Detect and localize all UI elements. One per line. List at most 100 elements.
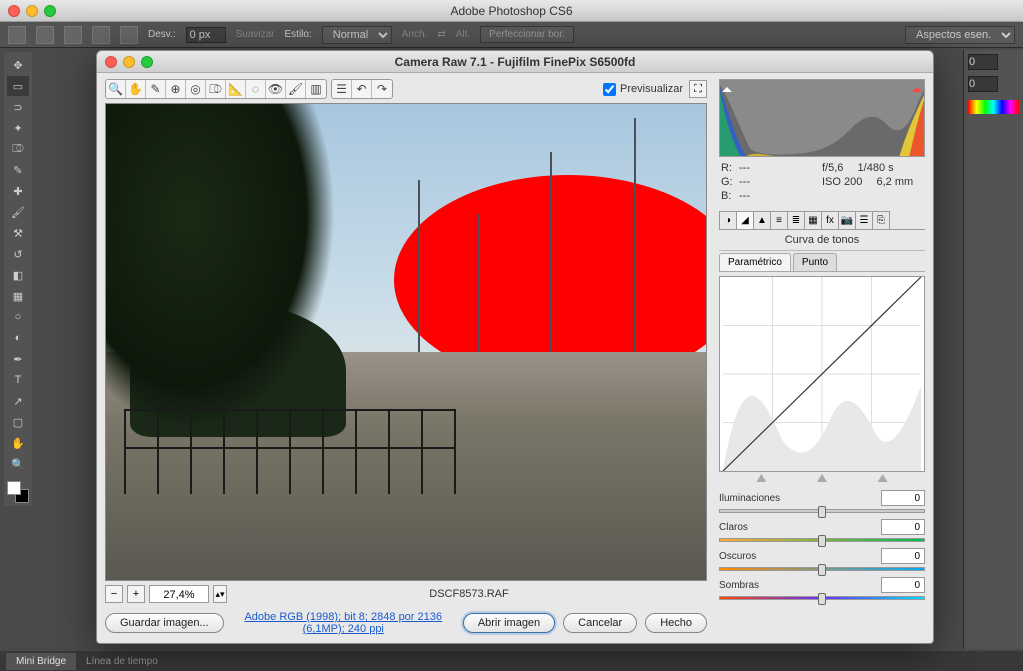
- lasso-tool-icon[interactable]: ⊃: [7, 97, 29, 117]
- slider-highlights[interactable]: [719, 509, 925, 513]
- zoom-out-button[interactable]: −: [105, 585, 123, 603]
- tab-snapshots-icon[interactable]: ⎘: [872, 211, 890, 229]
- preview-checkbox[interactable]: Previsualizar: [603, 83, 683, 96]
- workspace-select[interactable]: Aspectos esen.: [905, 26, 1015, 44]
- tab-split-icon[interactable]: ≣: [787, 211, 805, 229]
- slider-lights[interactable]: [719, 538, 925, 542]
- brush-tool-icon[interactable]: 🖌: [7, 202, 29, 222]
- pen-tool-icon[interactable]: ✒: [7, 349, 29, 369]
- history-brush-icon[interactable]: ↺: [7, 244, 29, 264]
- heal-tool-icon[interactable]: ✚: [7, 181, 29, 201]
- crop-tool-icon[interactable]: ⎄: [7, 139, 29, 159]
- x-field[interactable]: [968, 54, 998, 70]
- cancel-button[interactable]: Cancelar: [563, 613, 637, 633]
- preview-checkbox-input[interactable]: [603, 83, 616, 96]
- straighten-icon[interactable]: 📐: [226, 80, 246, 98]
- tab-mini-bridge[interactable]: Mini Bridge: [6, 653, 76, 670]
- slider-value-lights[interactable]: [881, 519, 925, 535]
- move-tool-icon[interactable]: ✥: [7, 55, 29, 75]
- zoom-tool-icon[interactable]: 🔍: [7, 454, 29, 474]
- workflow-link[interactable]: Adobe RGB (1998); bit 8; 2848 por 2136 (…: [232, 611, 455, 635]
- open-image-button[interactable]: Abrir imagen: [463, 613, 555, 633]
- marquee-mode-2-icon[interactable]: [64, 26, 82, 44]
- zoom-tool-icon[interactable]: 🔍: [106, 80, 126, 98]
- cr-minimize-icon[interactable]: [123, 56, 135, 68]
- curve-handle-mid[interactable]: [817, 474, 827, 482]
- zoom-window-icon[interactable]: [44, 5, 56, 17]
- graduated-filter-icon[interactable]: ▥: [306, 80, 326, 98]
- blur-tool-icon[interactable]: ○: [7, 307, 29, 327]
- cr-close-icon[interactable]: [105, 56, 117, 68]
- hand-tool-icon[interactable]: ✋: [7, 433, 29, 453]
- rotate-ccw-icon[interactable]: ↶: [352, 80, 372, 98]
- histogram[interactable]: [719, 79, 925, 157]
- cr-zoom-icon[interactable]: [141, 56, 153, 68]
- zoom-value[interactable]: 27,4%: [149, 585, 209, 603]
- highlight-clip-indicator-icon[interactable]: [912, 82, 922, 92]
- slider-darks[interactable]: [719, 567, 925, 571]
- refine-edge-button[interactable]: Perfeccionar bor.: [480, 26, 574, 43]
- tab-fx-icon[interactable]: fx: [821, 211, 839, 229]
- white-balance-icon[interactable]: ✎: [146, 80, 166, 98]
- slider-value-darks[interactable]: [881, 548, 925, 564]
- subtab-point[interactable]: Punto: [793, 253, 837, 271]
- eyedropper-tool-icon[interactable]: ✎: [7, 160, 29, 180]
- gradient-tool-icon[interactable]: ▦: [7, 286, 29, 306]
- marquee-mode-4-icon[interactable]: [120, 26, 138, 44]
- eraser-tool-icon[interactable]: ◧: [7, 265, 29, 285]
- zoom-stepper[interactable]: ▴▾: [213, 585, 227, 603]
- tab-hsl-icon[interactable]: ≡: [770, 211, 788, 229]
- subtab-parametric[interactable]: Paramétrico: [719, 253, 791, 271]
- image-preview[interactable]: [105, 103, 707, 581]
- stamp-tool-icon[interactable]: ⚒: [7, 223, 29, 243]
- marquee-mode-1-icon[interactable]: [36, 26, 54, 44]
- foreground-color-swatch[interactable]: [7, 481, 21, 495]
- slider-knob[interactable]: [818, 564, 826, 576]
- tab-detail-icon[interactable]: ▲: [753, 211, 771, 229]
- marquee-tool-icon[interactable]: ▭: [7, 76, 29, 96]
- adjustment-brush-icon[interactable]: 🖌: [286, 80, 306, 98]
- done-button[interactable]: Hecho: [645, 613, 707, 633]
- y-field[interactable]: [968, 76, 998, 92]
- close-window-icon[interactable]: [8, 5, 20, 17]
- fullscreen-toggle-icon[interactable]: ⛶: [689, 80, 707, 98]
- slider-value-highlights[interactable]: [881, 490, 925, 506]
- tab-curve-icon[interactable]: ◢: [736, 211, 754, 229]
- color-swatches[interactable]: [7, 481, 29, 503]
- curve-handle-highlights[interactable]: [878, 474, 888, 482]
- save-image-button[interactable]: Guardar imagen...: [105, 613, 224, 633]
- tool-preset-icon[interactable]: [8, 26, 26, 44]
- dodge-tool-icon[interactable]: ◐: [7, 328, 29, 348]
- marquee-mode-3-icon[interactable]: [92, 26, 110, 44]
- rotate-cw-icon[interactable]: ↷: [372, 80, 392, 98]
- path-tool-icon[interactable]: ↗: [7, 391, 29, 411]
- tab-camera-icon[interactable]: 📷: [838, 211, 856, 229]
- targeted-adjust-icon[interactable]: ◎: [186, 80, 206, 98]
- color-spectrum[interactable]: [968, 100, 1019, 114]
- slider-knob[interactable]: [818, 593, 826, 605]
- tone-curve[interactable]: [719, 276, 925, 472]
- tab-basic-icon[interactable]: ◑: [719, 211, 737, 229]
- crop-icon[interactable]: ⎄: [206, 80, 226, 98]
- minimize-window-icon[interactable]: [26, 5, 38, 17]
- type-tool-icon[interactable]: T: [7, 370, 29, 390]
- slider-knob[interactable]: [818, 535, 826, 547]
- redeye-icon[interactable]: 👁: [266, 80, 286, 98]
- spot-removal-icon[interactable]: ◌: [246, 80, 266, 98]
- tab-timeline[interactable]: Línea de tiempo: [76, 653, 168, 670]
- shape-tool-icon[interactable]: ▢: [7, 412, 29, 432]
- feather-input[interactable]: [186, 27, 226, 43]
- tab-lens-icon[interactable]: ▦: [804, 211, 822, 229]
- slider-value-shadows[interactable]: [881, 577, 925, 593]
- style-select[interactable]: Normal: [322, 26, 392, 44]
- preferences-icon[interactable]: ☰: [332, 80, 352, 98]
- slider-shadows[interactable]: [719, 596, 925, 600]
- zoom-in-button[interactable]: +: [127, 585, 145, 603]
- color-sampler-icon[interactable]: ⊕: [166, 80, 186, 98]
- shadow-clip-indicator-icon[interactable]: [722, 82, 732, 92]
- slider-knob[interactable]: [818, 506, 826, 518]
- tab-presets-icon[interactable]: ☰: [855, 211, 873, 229]
- curve-handle-shadows[interactable]: [756, 474, 766, 482]
- wand-tool-icon[interactable]: ✦: [7, 118, 29, 138]
- hand-tool-icon[interactable]: ✋: [126, 80, 146, 98]
